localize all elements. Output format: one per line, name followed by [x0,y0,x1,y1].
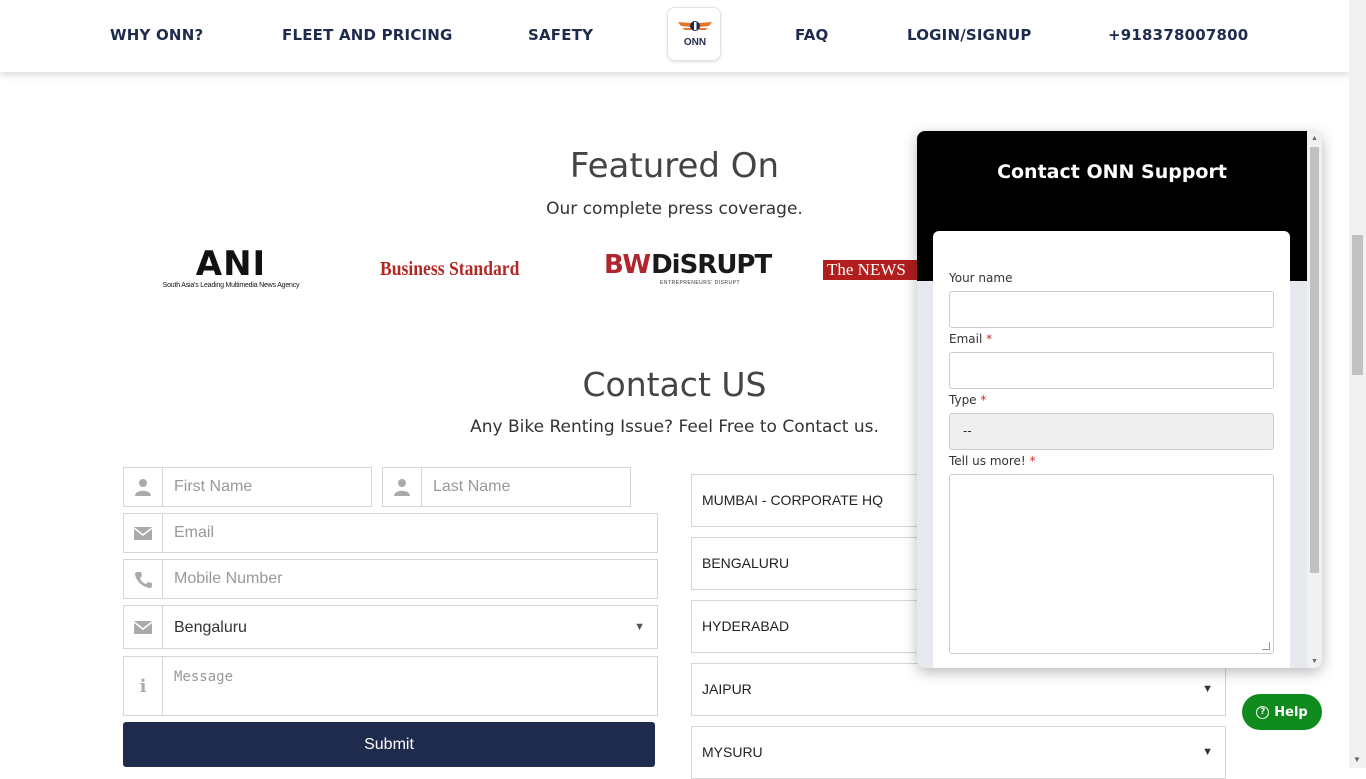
widget-scroll-thumb[interactable] [1310,147,1319,573]
envelope-icon [124,606,163,648]
message-input[interactable] [174,657,654,715]
widget-title: Contact ONN Support [997,161,1227,183]
required-mark: * [1029,454,1036,468]
bw-disrupt-logo: BWDiSRUPT ENTREPRENEURS' DISRUPT [604,250,772,286]
scroll-up-icon[interactable]: ▲ [1311,135,1318,142]
ani-logo: ANI South Asia's Leading Multimedia News… [156,246,306,289]
nav-login-signup[interactable]: LOGIN/SIGNUP [907,26,1032,44]
wings-icon [678,21,712,31]
widget-form: Your name Email * Type * -- Tell us more… [933,231,1290,668]
type-label: Type * [949,393,986,407]
email-field [123,513,658,553]
user-icon [124,468,163,506]
nav-safety[interactable]: SAFETY [528,26,593,44]
name-label: Your name [949,271,1013,285]
bw-logo-tagline: ENTREPRENEURS' DISRUPT [660,280,741,286]
logo-text: ONN [683,37,707,48]
email-label-text: Email [949,332,983,346]
mobile-field [123,559,658,599]
ani-logo-tagline: South Asia's Leading Multimedia News Age… [162,282,300,289]
city-label: MYSURU [702,744,763,760]
city-mysuru[interactable]: MYSURU ▼ [691,726,1226,779]
page-scrollbar[interactable]: ▼ [1349,0,1366,768]
scroll-down-icon[interactable]: ▼ [1353,755,1361,764]
city-label: JAIPUR [702,681,752,697]
caret-down-icon: ▼ [634,621,645,633]
help-button[interactable]: ? Help [1242,694,1322,730]
city-label: MUMBAI - CORPORATE HQ [702,492,883,508]
nav-why-onn[interactable]: WHY ONN? [110,26,203,44]
first-name-input[interactable] [174,468,364,506]
envelope-icon [124,514,163,552]
more-label-text: Tell us more! [949,454,1026,468]
ani-logo-text: ANI [195,244,267,284]
message-field: i [123,656,658,716]
type-label-text: Type [949,393,977,407]
caret-down-icon: ▼ [1202,683,1213,695]
required-mark: * [986,332,993,346]
business-standard-logo: Business Standard [380,258,520,280]
first-name-field [123,467,372,507]
submit-button[interactable]: Submit [123,722,655,767]
widget-name-input[interactable] [949,291,1274,328]
widget-type-select[interactable]: -- [949,413,1274,450]
page-scroll-thumb[interactable] [1352,235,1363,375]
question-icon: ? [1256,705,1270,719]
nav-fleet-pricing[interactable]: FLEET AND PRICING [282,26,453,44]
disrupt-logo-text: DiSRUPT [651,250,772,280]
bw-logo-text: BW [604,250,652,280]
scroll-down-icon[interactable]: ▼ [1311,658,1318,665]
mobile-input[interactable] [174,560,644,598]
more-label: Tell us more! * [949,454,1036,468]
city-label: BENGALURU [702,555,790,571]
the-news-logo: The NEWS [823,260,918,280]
top-navbar: WHY ONN? FLEET AND PRICING SAFETY ONN FA… [0,0,1349,72]
last-name-input[interactable] [433,468,623,506]
city-select-field[interactable]: Bengaluru ▼ [123,605,658,649]
email-label: Email * [949,332,992,346]
widget-email-input[interactable] [949,352,1274,389]
help-label: Help [1274,704,1308,720]
email-input[interactable] [174,514,644,552]
support-widget: Contact ONN Support Your name Email * Ty… [917,131,1322,668]
resize-grip-icon[interactable] [1262,642,1270,650]
widget-scrollbar[interactable]: ▲ ▼ [1307,131,1322,668]
last-name-field [382,467,631,507]
city-jaipur[interactable]: JAIPUR ▼ [691,663,1226,716]
info-icon: i [124,657,163,715]
required-mark: * [980,393,987,407]
city-label: HYDERABAD [702,618,790,634]
nav-phone[interactable]: +918378007800 [1108,26,1248,44]
city-select-value: Bengaluru [174,619,247,636]
widget-message-textarea[interactable] [949,474,1274,654]
nav-faq[interactable]: FAQ [795,26,829,44]
phone-icon [124,560,163,598]
user-icon [383,468,422,506]
onn-logo[interactable]: ONN [667,7,721,61]
caret-down-icon: ▼ [1202,746,1213,758]
